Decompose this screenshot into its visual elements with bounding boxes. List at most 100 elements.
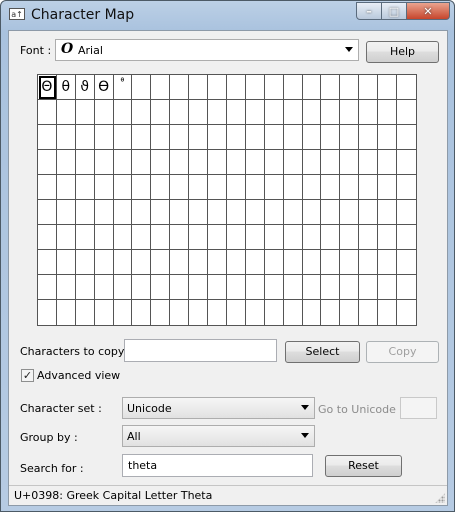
character-cell[interactable] bbox=[245, 250, 265, 275]
character-cell[interactable] bbox=[94, 200, 114, 225]
character-cell[interactable] bbox=[170, 200, 190, 225]
character-cell[interactable] bbox=[378, 225, 398, 250]
character-cell[interactable] bbox=[245, 200, 265, 225]
character-cell[interactable] bbox=[340, 200, 360, 225]
character-cell[interactable] bbox=[170, 125, 190, 150]
character-cell[interactable] bbox=[56, 100, 76, 125]
character-cell[interactable] bbox=[321, 250, 341, 275]
character-cell[interactable] bbox=[151, 300, 171, 325]
character-cell[interactable] bbox=[38, 225, 57, 250]
character-cell[interactable] bbox=[208, 100, 227, 125]
character-cell[interactable] bbox=[208, 225, 227, 250]
character-cell[interactable] bbox=[56, 150, 76, 175]
resize-grip-icon[interactable] bbox=[435, 493, 445, 503]
character-cell[interactable] bbox=[75, 200, 95, 225]
character-cell[interactable]: ᶿ bbox=[113, 75, 133, 100]
character-cell[interactable] bbox=[302, 275, 322, 300]
character-cell[interactable] bbox=[170, 100, 190, 125]
character-cell[interactable] bbox=[56, 125, 76, 150]
character-cell[interactable] bbox=[38, 250, 57, 275]
character-cell[interactable] bbox=[340, 75, 360, 100]
character-cell[interactable] bbox=[397, 175, 416, 200]
character-cell[interactable] bbox=[189, 175, 209, 200]
minimize-button[interactable]: – bbox=[356, 2, 382, 20]
character-cell[interactable] bbox=[302, 250, 322, 275]
character-cell[interactable] bbox=[378, 175, 398, 200]
character-cell[interactable]: Θ bbox=[38, 75, 57, 100]
character-cell[interactable] bbox=[208, 75, 227, 100]
character-cell[interactable] bbox=[283, 200, 303, 225]
character-cell[interactable] bbox=[94, 175, 114, 200]
character-cell[interactable] bbox=[226, 175, 246, 200]
character-cell[interactable] bbox=[94, 275, 114, 300]
character-cell[interactable] bbox=[132, 75, 152, 100]
character-cell[interactable] bbox=[226, 125, 246, 150]
character-cell[interactable] bbox=[56, 275, 76, 300]
character-cell[interactable] bbox=[38, 100, 57, 125]
character-cell[interactable] bbox=[321, 175, 341, 200]
character-cell[interactable] bbox=[208, 275, 227, 300]
character-cell[interactable] bbox=[321, 225, 341, 250]
character-cell[interactable] bbox=[340, 250, 360, 275]
select-button[interactable]: Select bbox=[285, 341, 360, 363]
character-cell[interactable] bbox=[151, 200, 171, 225]
character-cell[interactable] bbox=[75, 125, 95, 150]
character-cell[interactable] bbox=[245, 175, 265, 200]
character-cell[interactable] bbox=[264, 225, 284, 250]
character-cell[interactable] bbox=[170, 275, 190, 300]
character-cell[interactable] bbox=[75, 150, 95, 175]
character-cell[interactable] bbox=[378, 125, 398, 150]
character-cell[interactable] bbox=[208, 300, 227, 325]
character-cell[interactable] bbox=[397, 75, 416, 100]
character-cell[interactable] bbox=[302, 150, 322, 175]
character-cell[interactable] bbox=[38, 275, 57, 300]
character-cell[interactable] bbox=[359, 300, 379, 325]
character-cell[interactable] bbox=[283, 175, 303, 200]
character-cell[interactable] bbox=[397, 100, 416, 125]
character-cell[interactable] bbox=[132, 175, 152, 200]
character-cell[interactable] bbox=[302, 100, 322, 125]
character-cell[interactable] bbox=[208, 150, 227, 175]
character-cell[interactable] bbox=[359, 175, 379, 200]
character-cell[interactable] bbox=[321, 300, 341, 325]
character-cell[interactable] bbox=[227, 300, 246, 325]
character-cell[interactable] bbox=[151, 175, 171, 200]
maximize-button[interactable]: □ bbox=[382, 2, 407, 20]
character-cell[interactable] bbox=[264, 100, 284, 125]
character-cell[interactable] bbox=[302, 75, 322, 100]
character-cell[interactable] bbox=[38, 300, 57, 325]
character-cell[interactable] bbox=[113, 175, 133, 200]
character-cell[interactable]: ϴ bbox=[94, 75, 114, 100]
character-cell[interactable] bbox=[340, 125, 360, 150]
character-cell[interactable] bbox=[321, 275, 341, 300]
character-cell[interactable] bbox=[95, 300, 114, 325]
character-cell[interactable] bbox=[132, 250, 152, 275]
character-cell[interactable] bbox=[245, 275, 265, 300]
character-cell[interactable] bbox=[151, 250, 171, 275]
search-input[interactable]: theta bbox=[122, 454, 313, 477]
character-cell[interactable] bbox=[397, 250, 416, 275]
character-cell[interactable] bbox=[226, 250, 246, 275]
character-cell[interactable] bbox=[170, 250, 190, 275]
character-cell[interactable] bbox=[38, 200, 57, 225]
character-cell[interactable] bbox=[378, 250, 398, 275]
character-cell[interactable] bbox=[302, 200, 322, 225]
character-cell[interactable] bbox=[189, 200, 209, 225]
character-cell[interactable] bbox=[189, 250, 209, 275]
character-cell[interactable] bbox=[57, 300, 76, 325]
character-cell[interactable] bbox=[56, 175, 76, 200]
character-cell[interactable] bbox=[151, 75, 171, 100]
character-cell[interactable] bbox=[245, 100, 265, 125]
character-cell[interactable] bbox=[226, 200, 246, 225]
character-cell[interactable] bbox=[264, 75, 284, 100]
character-cell[interactable] bbox=[340, 275, 360, 300]
character-cell[interactable] bbox=[340, 100, 360, 125]
character-cell[interactable]: ϑ bbox=[75, 75, 95, 100]
character-cell[interactable] bbox=[264, 250, 284, 275]
character-cell[interactable] bbox=[94, 250, 114, 275]
close-button[interactable]: ✕ bbox=[407, 2, 450, 20]
character-cell[interactable] bbox=[359, 250, 379, 275]
character-cell[interactable] bbox=[94, 100, 114, 125]
character-cell[interactable] bbox=[75, 100, 95, 125]
character-cell[interactable] bbox=[113, 275, 133, 300]
